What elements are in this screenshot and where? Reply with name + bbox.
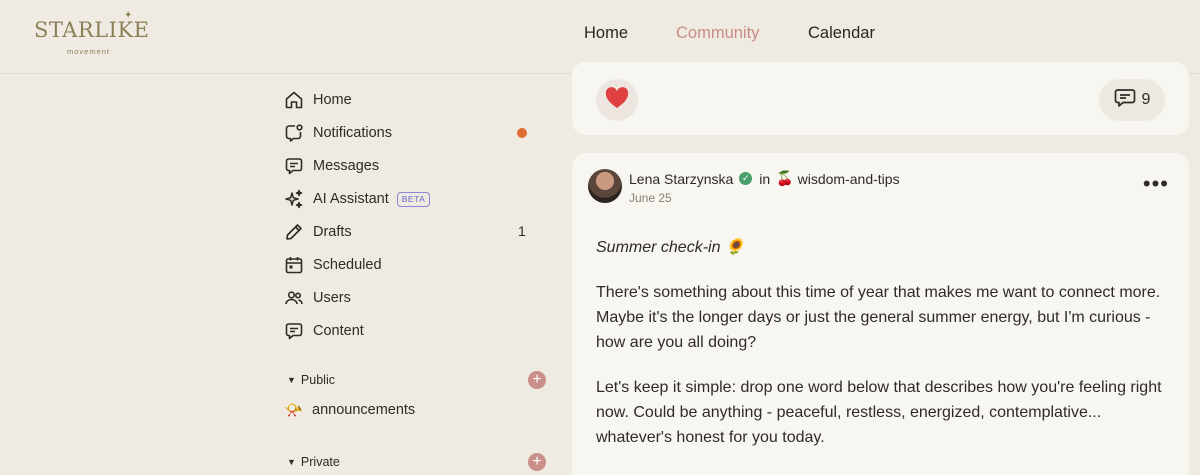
- sidebar-item-users[interactable]: Users: [284, 286, 351, 310]
- previous-post-footer: 9: [572, 62, 1189, 135]
- section-public-toggle[interactable]: ▼ Public: [287, 373, 335, 387]
- message-icon: [284, 156, 304, 176]
- sidebar-item-home[interactable]: Home: [284, 88, 352, 112]
- sparkles-icon: [284, 189, 304, 209]
- heart-icon: [605, 86, 629, 114]
- beta-badge: BETA: [396, 191, 431, 207]
- add-private-channel-button[interactable]: +: [528, 453, 546, 471]
- cherry-icon: 🍒: [776, 170, 794, 186]
- unread-notification-dot: [517, 128, 527, 138]
- sidebar-item-drafts[interactable]: Drafts: [284, 220, 352, 244]
- channel-label: announcements: [312, 402, 416, 418]
- sidebar-item-label: Home: [313, 92, 352, 108]
- avatar[interactable]: [588, 169, 622, 203]
- comment-count: 9: [1141, 91, 1151, 108]
- post-title: Summer check-in 🌻: [596, 239, 745, 256]
- users-icon: [284, 288, 304, 308]
- post-body: Summer check-in 🌻 There's something abou…: [596, 235, 1171, 470]
- sidebar-item-notifications[interactable]: Notifications: [284, 121, 392, 145]
- sidebar-item-label: Users: [313, 290, 351, 306]
- nav-calendar[interactable]: Calendar: [808, 22, 875, 44]
- chevron-down-icon: ▼: [287, 375, 296, 385]
- author-name[interactable]: Lena Starzynska: [629, 171, 733, 187]
- content-icon: [284, 321, 304, 341]
- add-public-channel-button[interactable]: +: [528, 371, 546, 389]
- chevron-down-icon: ▼: [287, 457, 296, 467]
- sidebar-item-messages[interactable]: Messages: [284, 154, 379, 178]
- drafts-count: 1: [518, 223, 526, 239]
- nav-home[interactable]: Home: [584, 22, 628, 44]
- plus-icon: +: [532, 371, 542, 388]
- sidebar-item-content[interactable]: Content: [284, 319, 364, 343]
- post-date: June 25: [629, 191, 672, 205]
- sidebar-item-label: Drafts: [313, 224, 352, 240]
- sidebar-item-ai-assistant[interactable]: AI Assistant BETA: [284, 187, 431, 211]
- verified-icon: ✓: [739, 172, 753, 185]
- pencil-icon: [284, 222, 304, 242]
- in-label: in: [759, 170, 771, 187]
- home-icon: [284, 90, 304, 110]
- sidebar-item-label: Notifications: [313, 125, 392, 141]
- category-link[interactable]: wisdom-and-tips: [798, 171, 900, 187]
- section-label: Private: [300, 455, 340, 469]
- sidebar-item-label: Messages: [313, 158, 380, 174]
- logo-wordmark: STARLIKE: [34, 18, 150, 42]
- bell-icon: [284, 123, 304, 143]
- channel-announcements[interactable]: 📯 announcements: [284, 401, 415, 419]
- section-private-toggle[interactable]: ▼ Private: [287, 455, 340, 469]
- sidebar-item-label: Scheduled: [313, 257, 382, 273]
- nav-community[interactable]: Community: [676, 22, 759, 44]
- starlike-logo[interactable]: ✦ STARLIKE movement: [34, 10, 150, 60]
- sidebar-item-scheduled[interactable]: Scheduled: [284, 253, 382, 277]
- sidebar-item-label: AI Assistant: [313, 191, 389, 207]
- sidebar-item-label: Content: [313, 323, 364, 339]
- logo-tagline: movement: [67, 47, 111, 56]
- post-card: Lena Starzynska ✓ in 🍒 wisdom-and-tips J…: [572, 153, 1189, 475]
- comments-button[interactable]: 9: [1099, 79, 1165, 121]
- post-paragraph: Let's keep it simple: drop one word belo…: [596, 379, 1162, 446]
- horn-icon: 📯: [284, 402, 303, 419]
- comment-icon: [1114, 88, 1142, 113]
- post-paragraph: There's something about this time of yea…: [596, 284, 1161, 351]
- like-button[interactable]: [596, 79, 638, 121]
- post-meta: Lena Starzynska ✓ in 🍒 wisdom-and-tips: [629, 170, 900, 187]
- plus-icon: +: [532, 453, 542, 470]
- ellipsis-icon: •••: [1142, 171, 1169, 196]
- section-label: Public: [300, 373, 335, 387]
- more-options-button[interactable]: •••: [1143, 173, 1169, 195]
- calendar-icon: [284, 255, 304, 275]
